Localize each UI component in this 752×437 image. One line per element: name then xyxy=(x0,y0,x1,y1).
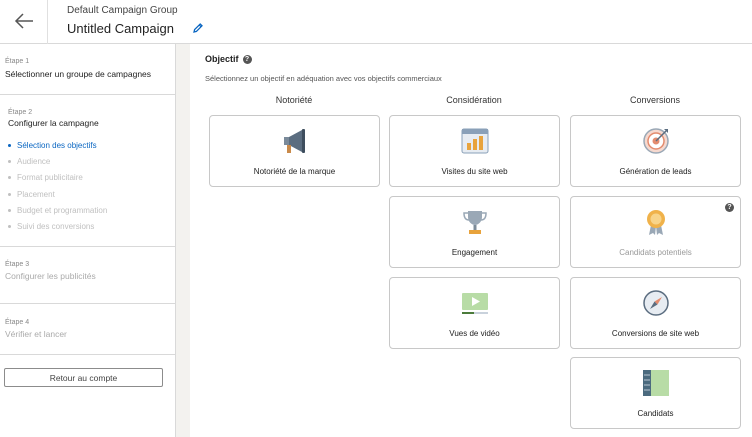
step1-title[interactable]: Sélectionner un groupe de campagnes xyxy=(5,69,151,79)
objective-card-engagement[interactable]: Engagement xyxy=(389,196,560,268)
step1-label: Étape 1 xyxy=(5,58,30,65)
step3-label: Étape 3 xyxy=(5,261,30,268)
help-icon[interactable]: ? xyxy=(725,203,734,212)
back-arrow-icon[interactable] xyxy=(12,10,36,32)
compass-icon xyxy=(642,290,669,316)
substep-audience[interactable]: Audience xyxy=(8,153,107,169)
column-conversions-header: Conversions xyxy=(629,95,681,105)
campaign-group-name[interactable]: Default Campaign Group xyxy=(67,5,178,16)
document-folder-icon xyxy=(642,370,669,396)
help-icon[interactable]: ? xyxy=(242,54,252,64)
bullet-icon xyxy=(8,208,11,212)
card-label: Vues de vidéo xyxy=(449,329,500,338)
step4-label: Étape 4 xyxy=(5,319,30,326)
step3-title[interactable]: Configurer les publicités xyxy=(5,271,96,281)
trophy-icon xyxy=(462,211,487,234)
campaign-header: Default Campaign Group Untitled Campaign xyxy=(0,0,752,44)
pencil-edit-icon[interactable] xyxy=(192,22,204,34)
step2-title[interactable]: Configurer la campagne xyxy=(8,118,99,128)
header-divider xyxy=(47,0,48,44)
campaign-name: Untitled Campaign xyxy=(67,21,174,36)
card-label: Visites du site web xyxy=(441,167,508,176)
substep-objectives[interactable]: Sélection des objectifs xyxy=(8,137,107,153)
objective-card-lead-generation[interactable]: Génération de leads xyxy=(570,115,741,187)
step2-substeps: Sélection des objectifs Audience Format … xyxy=(8,137,107,235)
return-to-account-button[interactable]: Retour au compte xyxy=(4,368,163,387)
card-label: Engagement xyxy=(451,248,498,257)
objective-description: Sélectionnez un objectif en adéquation a… xyxy=(205,74,442,83)
objective-card-talent-leads[interactable]: Candidats potentiels ? xyxy=(570,196,741,268)
substep-placement[interactable]: Placement xyxy=(8,186,107,202)
substep-conversion-tracking[interactable]: Suivi des conversions xyxy=(8,218,107,234)
sidebar-divider xyxy=(0,354,176,355)
objective-card-job-applicants[interactable]: Candidats xyxy=(570,357,741,429)
badge-ribbon-icon xyxy=(646,210,665,235)
card-label: Candidats xyxy=(637,409,674,418)
sidebar-divider xyxy=(0,303,176,304)
megaphone-icon xyxy=(283,129,305,153)
objective-panel: Objectif ? Sélectionnez un objectif en a… xyxy=(190,44,752,437)
steps-sidebar: Étape 1 Sélectionner un groupe de campag… xyxy=(0,44,176,437)
video-play-icon xyxy=(461,293,488,314)
substep-budget[interactable]: Budget et programmation xyxy=(8,202,107,218)
substep-ad-format[interactable]: Format publicitaire xyxy=(8,170,107,186)
target-icon xyxy=(642,128,669,154)
sidebar-divider xyxy=(0,246,176,247)
step2-label: Étape 2 xyxy=(8,109,33,116)
step4-title[interactable]: Vérifier et lancer xyxy=(5,329,67,339)
bullet-icon xyxy=(8,159,11,163)
objective-card-video-views[interactable]: Vues de vidéo xyxy=(389,277,560,349)
card-label: Génération de leads xyxy=(619,167,692,176)
objective-card-brand-awareness[interactable]: Notoriété de la marque xyxy=(209,115,380,187)
column-awareness-header: Notoriété xyxy=(275,95,313,105)
objective-heading: Objectif ? xyxy=(205,54,252,64)
card-label: Conversions de site web xyxy=(611,329,700,338)
objective-card-website-conversions[interactable]: Conversions de site web xyxy=(570,277,741,349)
card-label: Notoriété de la marque xyxy=(253,167,336,176)
objective-card-website-visits[interactable]: Visites du site web xyxy=(389,115,560,187)
column-consideration-header: Considération xyxy=(446,95,502,105)
bullet-icon xyxy=(8,143,11,147)
bullet-icon xyxy=(8,192,11,196)
bullet-icon xyxy=(8,176,11,180)
card-label: Candidats potentiels xyxy=(619,248,692,257)
bullet-icon xyxy=(8,225,11,229)
browser-chart-icon xyxy=(461,128,488,154)
sidebar-divider xyxy=(0,94,176,95)
